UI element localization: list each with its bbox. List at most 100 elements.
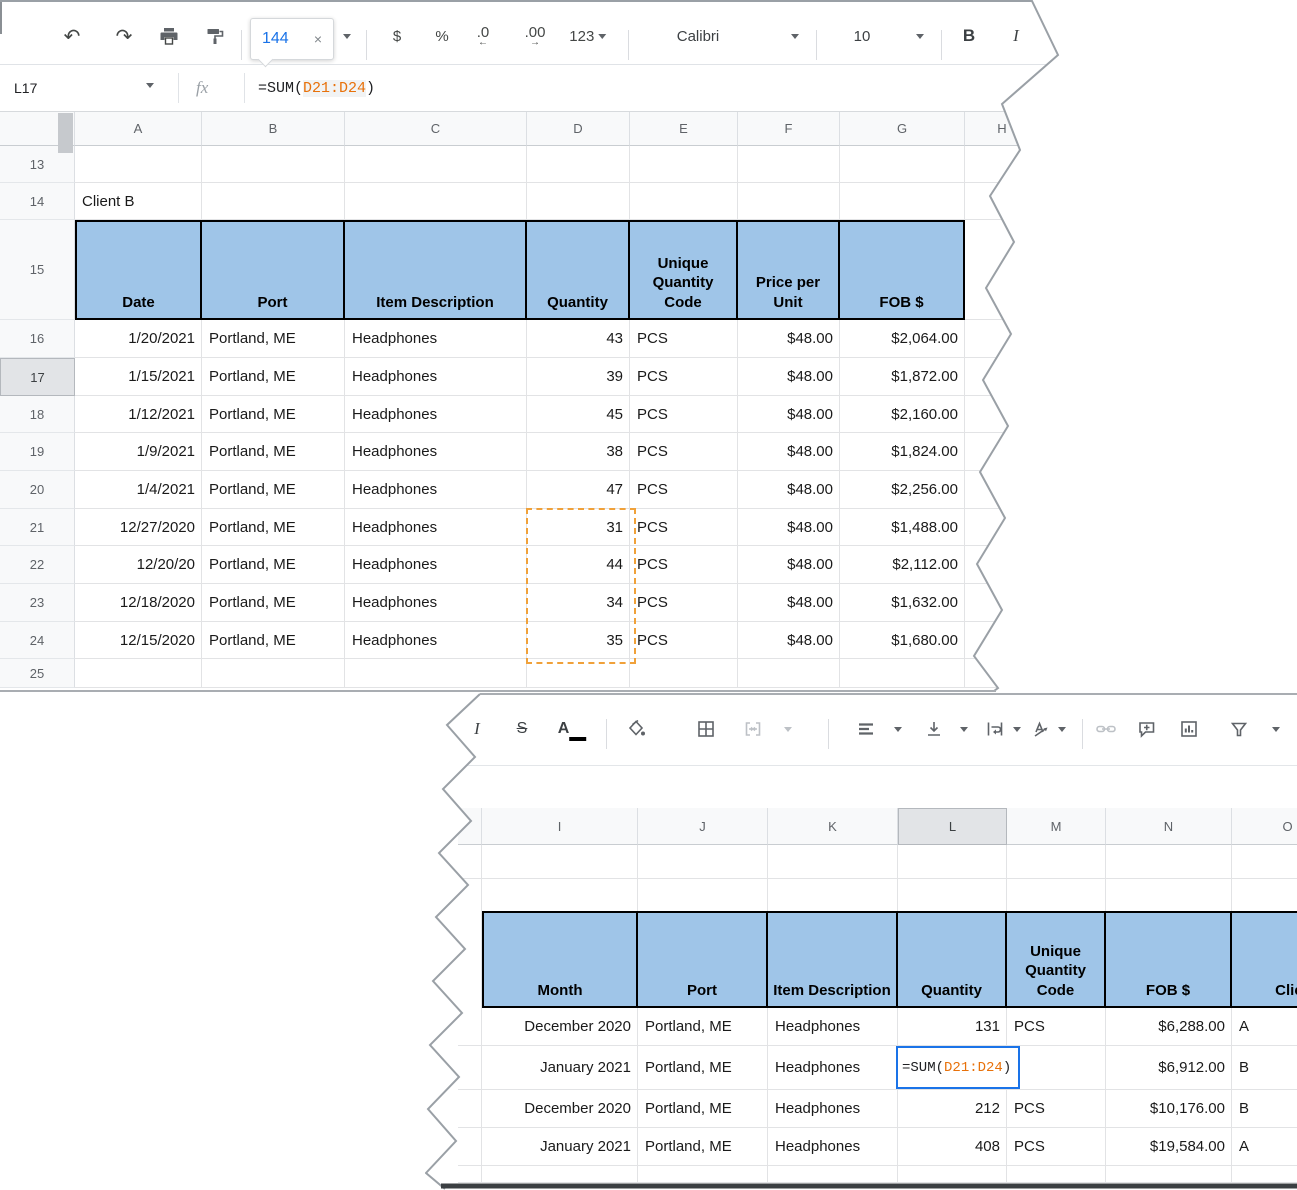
vertical-align-dropdown[interactable] <box>960 703 968 755</box>
cell-G13[interactable] <box>840 146 965 183</box>
cell-G16[interactable]: $2,064.00 <box>840 320 965 358</box>
cell-E25[interactable] <box>630 659 738 688</box>
cell-H18[interactable] <box>965 396 1040 433</box>
cell-O-row3[interactable]: B <box>1232 1090 1297 1128</box>
row-header-21[interactable]: 21 <box>0 509 75 546</box>
cell-D19[interactable]: 38 <box>527 433 630 471</box>
row-header-18[interactable]: 18 <box>0 396 75 433</box>
paint-format-button[interactable] <box>205 8 225 64</box>
cell-J-row1[interactable]: Portland, ME <box>638 1008 768 1046</box>
close-icon[interactable]: × <box>314 31 322 47</box>
cell-L-row1[interactable]: 131 <box>898 1008 1007 1046</box>
italic-button[interactable]: I <box>1013 8 1019 64</box>
increase-decimal-button[interactable]: .00→ <box>525 8 546 64</box>
text-rotation-button[interactable] <box>1031 703 1051 755</box>
row-header-25[interactable]: 25 <box>0 659 75 688</box>
column-header-C[interactable]: C <box>345 112 527 146</box>
cell-J-row4[interactable]: Portland, ME <box>638 1128 768 1166</box>
row-header-20[interactable]: 20 <box>0 471 75 509</box>
cell-O-row2[interactable]: B <box>1232 1046 1297 1090</box>
header-cell-O[interactable]: Client <box>1232 911 1297 1008</box>
cell-G15[interactable]: FOB $ <box>840 220 965 320</box>
cell-G24[interactable]: $1,680.00 <box>840 622 965 659</box>
cell-B17[interactable]: Portland, ME <box>202 358 345 396</box>
redo-button[interactable]: ↷ <box>116 8 133 64</box>
filter-views-dropdown[interactable] <box>1272 703 1280 755</box>
cell-O-row1[interactable]: A <box>1232 1008 1297 1046</box>
row-header-16[interactable]: 16 <box>0 320 75 358</box>
cell-N-row1[interactable]: $6,288.00 <box>1106 1008 1232 1046</box>
text-rotation-dropdown[interactable] <box>1058 703 1066 755</box>
cell-F23[interactable]: $48.00 <box>738 584 840 622</box>
cell-A20[interactable]: 1/4/2021 <box>75 471 202 509</box>
cell-D18[interactable]: 45 <box>527 396 630 433</box>
cell-M-row2[interactable] <box>1007 1046 1106 1090</box>
cell-B18[interactable]: Portland, ME <box>202 396 345 433</box>
name-box-dropdown[interactable] <box>146 57 154 113</box>
cell-O-row4[interactable]: A <box>1232 1128 1297 1166</box>
cell-G21[interactable]: $1,488.00 <box>840 509 965 546</box>
cell-B14[interactable] <box>202 183 345 220</box>
cell-A23[interactable]: 12/18/2020 <box>75 584 202 622</box>
cell-H22[interactable] <box>965 546 1040 584</box>
row-header-15[interactable]: 15 <box>0 220 75 320</box>
column-header-stub[interactable] <box>458 808 482 845</box>
cell-E17[interactable]: PCS <box>630 358 738 396</box>
freeze-handle[interactable] <box>58 113 73 153</box>
more-formats-button[interactable]: 123 <box>569 8 606 64</box>
cell-A14[interactable]: Client B <box>75 183 202 220</box>
name-box[interactable]: L17 <box>14 65 37 111</box>
cell-F21[interactable]: $48.00 <box>738 509 840 546</box>
cell-stub[interactable] <box>458 1008 482 1046</box>
cell-empty[interactable] <box>482 1166 638 1183</box>
cell-I-row3[interactable]: December 2020 <box>482 1090 638 1128</box>
row-header-19[interactable]: 19 <box>0 433 75 471</box>
cell-G14[interactable] <box>840 183 965 220</box>
cell-J-row3[interactable]: Portland, ME <box>638 1090 768 1128</box>
horizontal-align-button[interactable] <box>856 703 876 755</box>
text-wrap-dropdown[interactable] <box>1013 703 1021 755</box>
cell-B22[interactable]: Portland, ME <box>202 546 345 584</box>
cell-C14[interactable] <box>345 183 527 220</box>
cell-B13[interactable] <box>202 146 345 183</box>
cell-C13[interactable] <box>345 146 527 183</box>
font-family-dropdown[interactable] <box>791 8 799 64</box>
cell-A18[interactable]: 1/12/2021 <box>75 396 202 433</box>
cell-C25[interactable] <box>345 659 527 688</box>
insert-chart-button[interactable] <box>1179 703 1199 755</box>
cell-K-row2[interactable]: Headphones <box>768 1046 898 1090</box>
cell-E19[interactable]: PCS <box>630 433 738 471</box>
italic-button[interactable]: I <box>474 703 480 755</box>
undo-button[interactable]: ↶ <box>64 8 81 64</box>
cell-D15[interactable]: Quantity <box>527 220 630 320</box>
cell-C16[interactable]: Headphones <box>345 320 527 358</box>
cell-F19[interactable]: $48.00 <box>738 433 840 471</box>
cell-A22[interactable]: 12/20/20 <box>75 546 202 584</box>
column-header-M[interactable]: M <box>1007 808 1106 845</box>
cell-E18[interactable]: PCS <box>630 396 738 433</box>
strikethrough-button[interactable]: S <box>517 703 528 755</box>
header-cell-K[interactable]: Item Description <box>768 911 898 1008</box>
cell-F14[interactable] <box>738 183 840 220</box>
insert-comment-button[interactable] <box>1137 703 1157 755</box>
header-cell-I[interactable]: Month <box>482 911 638 1008</box>
cell-empty[interactable] <box>898 1166 1007 1183</box>
font-family-select[interactable]: Calibri <box>677 8 720 64</box>
decrease-decimal-button[interactable]: .0← <box>477 8 490 64</box>
cell-F17[interactable]: $48.00 <box>738 358 840 396</box>
cell-I-row1[interactable]: December 2020 <box>482 1008 638 1046</box>
cell-B15[interactable]: Port <box>202 220 345 320</box>
format-percent-button[interactable]: % <box>435 8 448 64</box>
column-header-O[interactable]: O <box>1232 808 1297 845</box>
font-size-select[interactable]: 10 <box>854 8 871 64</box>
cell-F16[interactable]: $48.00 <box>738 320 840 358</box>
vertical-align-button[interactable] <box>924 703 944 755</box>
cell-G22[interactable]: $2,112.00 <box>840 546 965 584</box>
insert-link-button[interactable] <box>1095 703 1117 755</box>
borders-button[interactable] <box>696 703 716 755</box>
header-cell-J[interactable]: Port <box>638 911 768 1008</box>
cell-K-row1[interactable]: Headphones <box>768 1008 898 1046</box>
column-header-F[interactable]: F <box>738 112 840 146</box>
cell-B25[interactable] <box>202 659 345 688</box>
cell-H21[interactable] <box>965 509 1040 546</box>
